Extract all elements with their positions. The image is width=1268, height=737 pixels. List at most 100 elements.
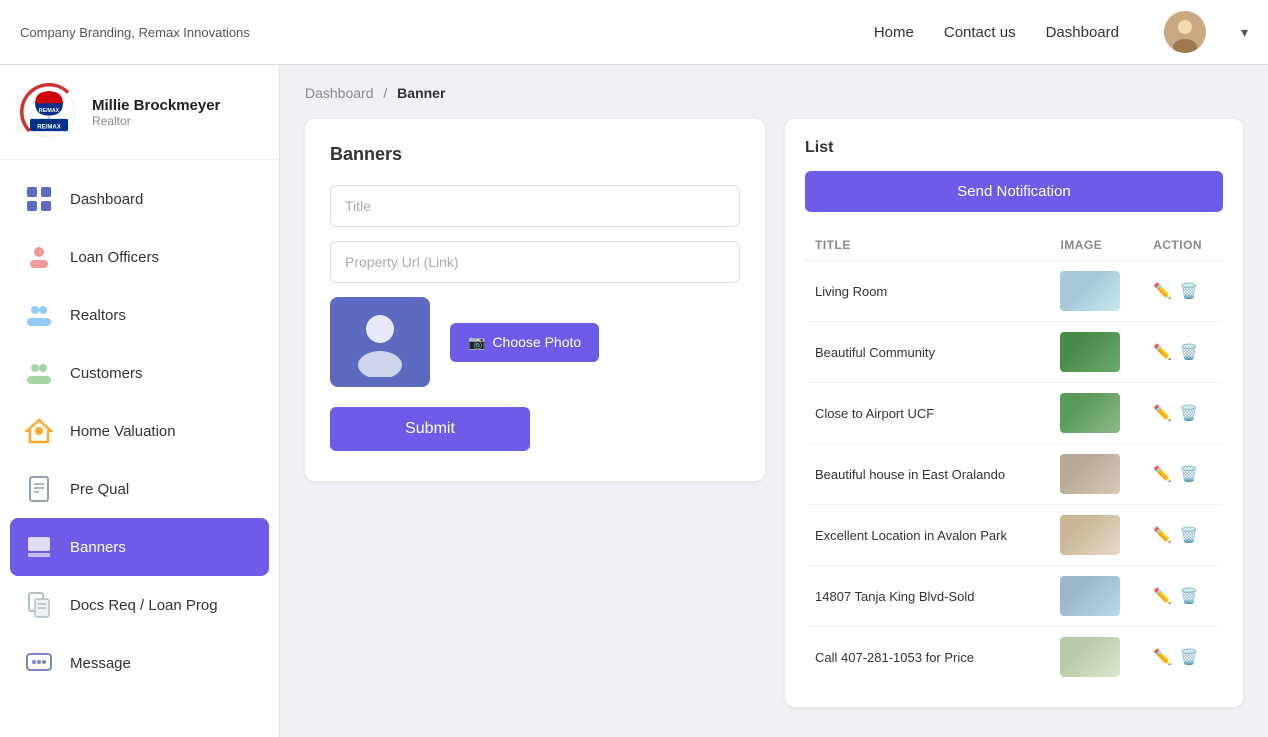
delete-icon-3[interactable]: 🗑️ [1180,465,1199,483]
nav-contact[interactable]: Contact us [944,24,1016,41]
docs-req-icon [22,588,56,622]
row-image-3 [1050,444,1143,505]
edit-icon-4[interactable]: ✏️ [1153,526,1172,544]
thumb-svg-5 [1060,576,1120,616]
delete-icon-2[interactable]: 🗑️ [1180,404,1199,422]
row-image-4 [1050,505,1143,566]
sidebar-label-home-valuation: Home Valuation [70,423,176,440]
choose-photo-label: Choose Photo [492,334,581,350]
top-nav: Company Branding, Remax Innovations Home… [0,0,1268,65]
row-title-1: Beautiful Community [805,322,1050,383]
banners-table: TITLE IMAGE ACTION Living Room [805,230,1223,687]
thumb-svg-3 [1060,454,1120,494]
edit-icon-1[interactable]: ✏️ [1153,343,1172,361]
sidebar-item-home-valuation[interactable]: Home Valuation [0,402,279,460]
title-input[interactable] [330,185,740,227]
sidebar-label-customers: Customers [70,365,143,382]
send-notification-button[interactable]: Send Notification [805,171,1223,212]
thumbnail-5 [1060,576,1120,616]
sidebar-item-pre-qual[interactable]: Pre Qual [0,460,279,518]
sidebar-item-customers[interactable]: Customers [0,344,279,402]
breadcrumb: Dashboard / Banner [305,85,1243,101]
thumb-svg-6 [1060,637,1120,677]
row-title-4: Excellent Location in Avalon Park [805,505,1050,566]
nav-home[interactable]: Home [874,24,914,41]
row-action-0: ✏️ 🗑️ [1143,261,1223,322]
thumb-svg-0 [1060,271,1120,311]
message-icon [22,646,56,680]
thumbnail-1 [1060,332,1120,372]
table-body: Living Room ✏️ 🗑️ Beautiful Community [805,261,1223,688]
sidebar-item-dashboard[interactable]: Dashboard [0,170,279,228]
row-title-0: Living Room [805,261,1050,322]
svg-text:RE/MAX: RE/MAX [39,108,60,114]
loan-officers-icon [22,240,56,274]
edit-icon-2[interactable]: ✏️ [1153,404,1172,422]
breadcrumb-root: Dashboard [305,85,374,101]
action-icons-3: ✏️ 🗑️ [1153,465,1213,483]
row-title-2: Close to Airport UCF [805,383,1050,444]
sidebar-item-docs-req[interactable]: Docs Req / Loan Prog [0,576,279,634]
svg-text:RE/MAX: RE/MAX [37,124,61,130]
remax-logo: RE/MAX RE/MAX [20,83,78,141]
delete-icon-1[interactable]: 🗑️ [1180,343,1199,361]
delete-icon-4[interactable]: 🗑️ [1180,526,1199,544]
person-placeholder-svg [345,307,415,377]
avatar[interactable] [1164,11,1206,53]
row-title-6: Call 407-281-1053 for Price [805,627,1050,688]
row-action-2: ✏️ 🗑️ [1143,383,1223,444]
sidebar-header: RE/MAX RE/MAX Millie Brockmeyer Realtor [0,65,279,160]
sidebar-item-message[interactable]: Message [0,634,279,692]
table-header: TITLE IMAGE ACTION [805,230,1223,261]
edit-icon-0[interactable]: ✏️ [1153,282,1172,300]
row-action-6: ✏️ 🗑️ [1143,627,1223,688]
delete-icon-5[interactable]: 🗑️ [1180,587,1199,605]
dropdown-arrow[interactable]: ▾ [1241,24,1248,41]
action-icons-0: ✏️ 🗑️ [1153,282,1213,300]
list-card: List Send Notification TITLE IMAGE ACTIO… [785,119,1243,707]
sidebar-label-pre-qual: Pre Qual [70,481,129,498]
row-image-6 [1050,627,1143,688]
delete-icon-6[interactable]: 🗑️ [1180,648,1199,666]
table-row: 14807 Tanja King Blvd-Sold ✏️ 🗑️ [805,566,1223,627]
table-row: Beautiful house in East Oralando ✏️ 🗑️ [805,444,1223,505]
table-row: Close to Airport UCF ✏️ 🗑️ [805,383,1223,444]
action-icons-1: ✏️ 🗑️ [1153,343,1213,361]
sidebar-label-realtors: Realtors [70,307,126,324]
row-action-3: ✏️ 🗑️ [1143,444,1223,505]
banners-icon [22,530,56,564]
edit-icon-5[interactable]: ✏️ [1153,587,1172,605]
action-icons-6: ✏️ 🗑️ [1153,648,1213,666]
two-col-layout: Banners 📷 Choose Photo Submit [305,119,1243,707]
photo-placeholder [330,297,430,387]
nav-links: Home Contact us Dashboard ▾ [874,11,1248,53]
sidebar-item-banners[interactable]: Banners [10,518,269,576]
banners-form-title: Banners [330,144,740,165]
nav-dashboard[interactable]: Dashboard [1046,24,1119,41]
edit-icon-6[interactable]: ✏️ [1153,648,1172,666]
edit-icon-3[interactable]: ✏️ [1153,465,1172,483]
main-layout: RE/MAX RE/MAX Millie Brockmeyer Realtor … [0,65,1268,737]
remax-logo-svg: RE/MAX RE/MAX [23,86,75,138]
sidebar-label-docs-req: Docs Req / Loan Prog [70,597,218,614]
thumbnail-6 [1060,637,1120,677]
camera-icon: 📷 [468,334,485,351]
sidebar-user-role: Realtor [92,114,220,128]
url-input[interactable] [330,241,740,283]
row-image-0 [1050,261,1143,322]
col-action: ACTION [1143,230,1223,261]
sidebar-user-name: Millie Brockmeyer [92,97,220,114]
sidebar-item-realtors[interactable]: Realtors [0,286,279,344]
sidebar-label-message: Message [70,655,131,672]
choose-photo-button[interactable]: 📷 Choose Photo [450,323,599,362]
submit-button[interactable]: Submit [330,407,530,451]
table-row: Call 407-281-1053 for Price ✏️ 🗑️ [805,627,1223,688]
sidebar-item-loan-officers[interactable]: Loan Officers [0,228,279,286]
sidebar: RE/MAX RE/MAX Millie Brockmeyer Realtor … [0,65,280,737]
row-action-1: ✏️ 🗑️ [1143,322,1223,383]
thumbnail-2 [1060,393,1120,433]
dashboard-icon [22,182,56,216]
delete-icon-0[interactable]: 🗑️ [1180,282,1199,300]
breadcrumb-sep: / [383,85,387,101]
thumbnail-3 [1060,454,1120,494]
